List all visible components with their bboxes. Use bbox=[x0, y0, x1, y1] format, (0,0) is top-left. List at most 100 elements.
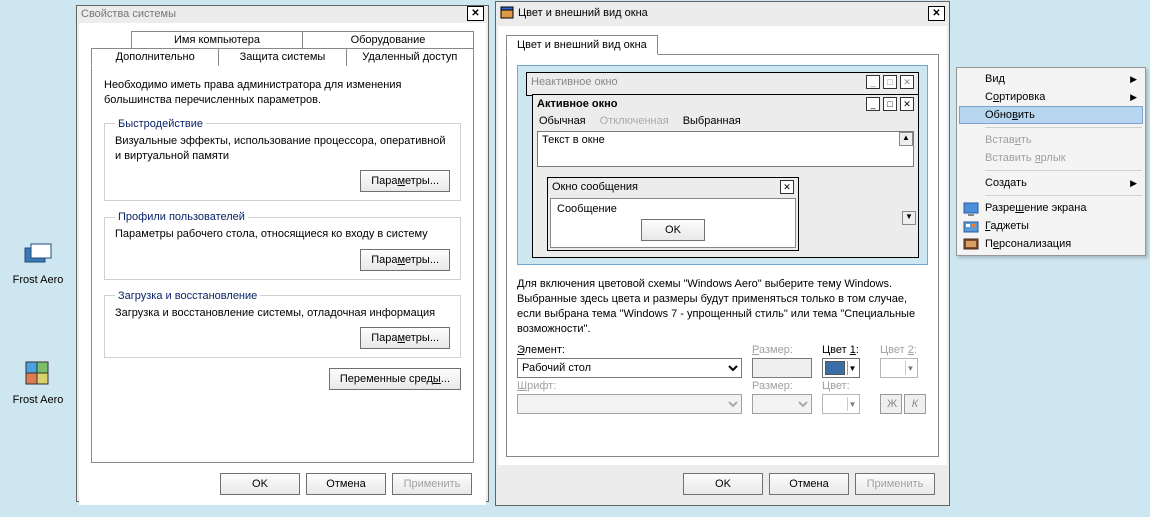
preview-text: Текст в окне bbox=[538, 132, 609, 148]
font-size-select bbox=[752, 394, 812, 414]
chevron-down-icon: ▼ bbox=[905, 361, 915, 375]
font-color-button: ▼ bbox=[822, 394, 860, 414]
apply-button: Применить bbox=[392, 473, 472, 495]
preview-active-window: Активное окно _ □ ✕ Обычная Отключенная … bbox=[532, 94, 919, 258]
font-color-label: Цвет: bbox=[822, 380, 870, 392]
chevron-down-icon: ▼ bbox=[847, 361, 857, 375]
menu-separator bbox=[985, 195, 1142, 196]
scroll-down-icon: ▼ bbox=[902, 211, 916, 225]
menu-refresh[interactable]: Обновить bbox=[959, 106, 1143, 124]
menu-gadgets[interactable]: Гаджеты bbox=[959, 217, 1143, 235]
tab-hardware[interactable]: Оборудование bbox=[303, 31, 474, 48]
description-text: Для включения цветовой схемы "Windows Ae… bbox=[517, 277, 928, 336]
menu-normal: Обычная bbox=[539, 115, 586, 127]
element-label: Элемент: bbox=[517, 344, 742, 356]
element-select[interactable]: Рабочий стол bbox=[517, 358, 742, 378]
tab-system-protection[interactable]: Защита системы bbox=[219, 48, 346, 66]
group-legend: Профили пользователей bbox=[115, 211, 248, 223]
menu-sort[interactable]: Сортировка▶ bbox=[959, 88, 1143, 106]
close-icon: ✕ bbox=[900, 75, 914, 89]
chevron-right-icon: ▶ bbox=[1130, 92, 1137, 103]
group-legend: Загрузка и восстановление bbox=[115, 290, 260, 302]
close-icon: ✕ bbox=[900, 97, 914, 111]
italic-button: К bbox=[904, 394, 926, 414]
window-appearance: Цвет и внешний вид окна ✕ Цвет и внешний… bbox=[495, 1, 950, 506]
gadgets-icon bbox=[963, 219, 979, 235]
preview-title: Неактивное окно bbox=[531, 76, 863, 88]
menu-paste: Вставить bbox=[959, 131, 1143, 149]
preview-menu-bar: Обычная Отключенная Выбранная bbox=[533, 113, 918, 129]
close-button[interactable]: ✕ bbox=[928, 6, 945, 21]
registry-icon bbox=[22, 358, 54, 390]
cancel-button[interactable]: Отмена bbox=[769, 473, 849, 495]
monitor-icon bbox=[963, 201, 979, 217]
menu-selected: Выбранная bbox=[683, 115, 741, 127]
preview-text-window: Текст в окне ▲ bbox=[537, 131, 914, 167]
group-startup-recovery: Загрузка и восстановление Загрузка и вос… bbox=[104, 290, 461, 358]
group-legend: Быстродействие bbox=[115, 118, 206, 130]
msg-title: Окно сообщения bbox=[552, 181, 777, 193]
performance-settings-button[interactable]: Параметры... bbox=[360, 170, 450, 192]
window-title: Свойства системы bbox=[81, 8, 463, 20]
msg-text: Сообщение bbox=[557, 203, 789, 215]
msg-ok-button[interactable]: OK bbox=[641, 219, 705, 241]
size-label: Размер: bbox=[752, 344, 812, 356]
menu-create[interactable]: Создать▶ bbox=[959, 174, 1143, 192]
font-select bbox=[517, 394, 742, 414]
personalize-icon bbox=[963, 237, 979, 253]
tab-computer-name[interactable]: Имя компьютера bbox=[131, 31, 303, 48]
startup-settings-button[interactable]: Параметры... bbox=[360, 327, 450, 349]
preview-inactive-window: Неактивное окно _ □ ✕ bbox=[526, 72, 919, 96]
desktop-icon-label: Frost Aero bbox=[8, 394, 68, 406]
env-vars-button[interactable]: Переменные среды... bbox=[329, 368, 461, 390]
chevron-right-icon: ▶ bbox=[1130, 178, 1137, 189]
close-button[interactable]: ✕ bbox=[467, 6, 484, 21]
desktop-icon-label: Frost Aero bbox=[8, 274, 68, 286]
group-performance: Быстродействие Визуальные эффекты, испол… bbox=[104, 118, 461, 202]
group-user-profiles: Профили пользователей Параметры рабочего… bbox=[104, 211, 461, 279]
group-text: Загрузка и восстановление системы, отлад… bbox=[115, 306, 450, 321]
desktop-icon-folder[interactable]: Frost Aero bbox=[8, 238, 68, 286]
palette-icon bbox=[500, 6, 514, 20]
color1-button[interactable]: ▼ bbox=[822, 358, 860, 378]
color-swatch bbox=[825, 361, 845, 375]
maximize-icon: □ bbox=[883, 97, 897, 111]
close-icon: ✕ bbox=[780, 180, 794, 194]
minimize-icon: _ bbox=[866, 75, 880, 89]
preview-area: Неактивное окно _ □ ✕ Активное окно _ □ … bbox=[517, 65, 928, 265]
scroll-up-icon: ▲ bbox=[899, 132, 913, 146]
menu-separator bbox=[985, 127, 1142, 128]
ok-button[interactable]: OK bbox=[683, 473, 763, 495]
window-system-properties: Свойства системы ✕ Имя компьютера Оборуд… bbox=[76, 5, 489, 502]
tab-window-color[interactable]: Цвет и внешний вид окна bbox=[506, 35, 658, 55]
menu-screen-resolution[interactable]: Разрешение экрана bbox=[959, 199, 1143, 217]
ok-button[interactable]: OK bbox=[220, 473, 300, 495]
preview-title: Активное окно bbox=[537, 98, 863, 110]
chevron-right-icon: ▶ bbox=[1130, 74, 1137, 85]
menu-separator bbox=[985, 170, 1142, 171]
menu-paste-shortcut: Вставить ярлык bbox=[959, 149, 1143, 167]
desktop-icon-registry[interactable]: Frost Aero bbox=[8, 358, 68, 406]
tab-remote[interactable]: Удаленный доступ bbox=[347, 48, 474, 66]
color1-label: Цвет 1: bbox=[822, 344, 870, 356]
preview-message-box: Окно сообщения ✕ Сообщение OK bbox=[547, 177, 799, 251]
titlebar[interactable]: Цвет и внешний вид окна ✕ bbox=[496, 2, 949, 24]
minimize-icon: _ bbox=[866, 97, 880, 111]
maximize-icon: □ bbox=[883, 75, 897, 89]
menu-personalize[interactable]: Персонализация bbox=[959, 235, 1143, 253]
color2-button: ▼ bbox=[880, 358, 918, 378]
admin-note: Необходимо иметь права администратора дл… bbox=[104, 78, 461, 108]
profiles-settings-button[interactable]: Параметры... bbox=[360, 249, 450, 271]
group-text: Параметры рабочего стола, относящиеся ко… bbox=[115, 227, 450, 242]
size2-label: Размер: bbox=[752, 380, 812, 392]
font-label: Шрифт: bbox=[517, 380, 742, 392]
menu-view[interactable]: Вид▶ bbox=[959, 70, 1143, 88]
tab-advanced[interactable]: Дополнительно bbox=[91, 48, 219, 66]
titlebar[interactable]: Свойства системы ✕ bbox=[77, 6, 488, 21]
menu-disabled: Отключенная bbox=[600, 115, 669, 127]
cancel-button[interactable]: Отмена bbox=[306, 473, 386, 495]
color2-label: Цвет 2: bbox=[880, 344, 928, 356]
desktop-context-menu: Вид▶ Сортировка▶ Обновить Вставить Встав… bbox=[956, 67, 1146, 256]
folder-icon bbox=[22, 238, 54, 270]
bold-button: Ж bbox=[880, 394, 902, 414]
